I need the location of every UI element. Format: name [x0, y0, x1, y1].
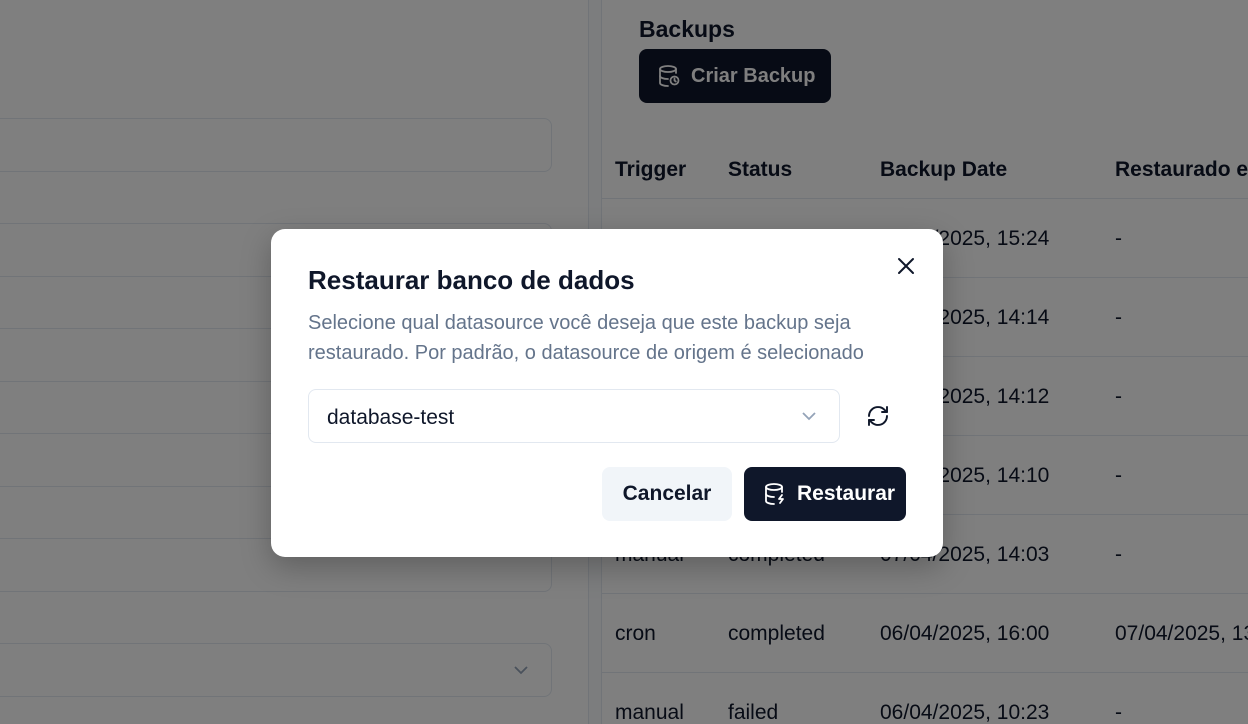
- dialog-title: Restaurar banco de dados: [308, 265, 635, 295]
- refresh-icon: [868, 406, 888, 426]
- restore-button[interactable]: Restaurar: [744, 467, 906, 521]
- close-button[interactable]: [893, 253, 919, 279]
- dialog-description: Selecione qual datasource você deseja qu…: [308, 312, 864, 364]
- datasource-select-value: database-test: [327, 406, 455, 429]
- restore-label: Restaurar: [797, 482, 896, 505]
- datasource-select[interactable]: database-test: [308, 389, 840, 443]
- database-restore-icon: [765, 483, 784, 505]
- close-icon: [898, 258, 914, 274]
- cancel-button[interactable]: Cancelar: [602, 467, 732, 521]
- restore-dialog: Restaurar banco de dados Selecione qual …: [271, 229, 943, 557]
- refresh-button[interactable]: [863, 401, 893, 431]
- chevron-down-icon: [802, 412, 816, 421]
